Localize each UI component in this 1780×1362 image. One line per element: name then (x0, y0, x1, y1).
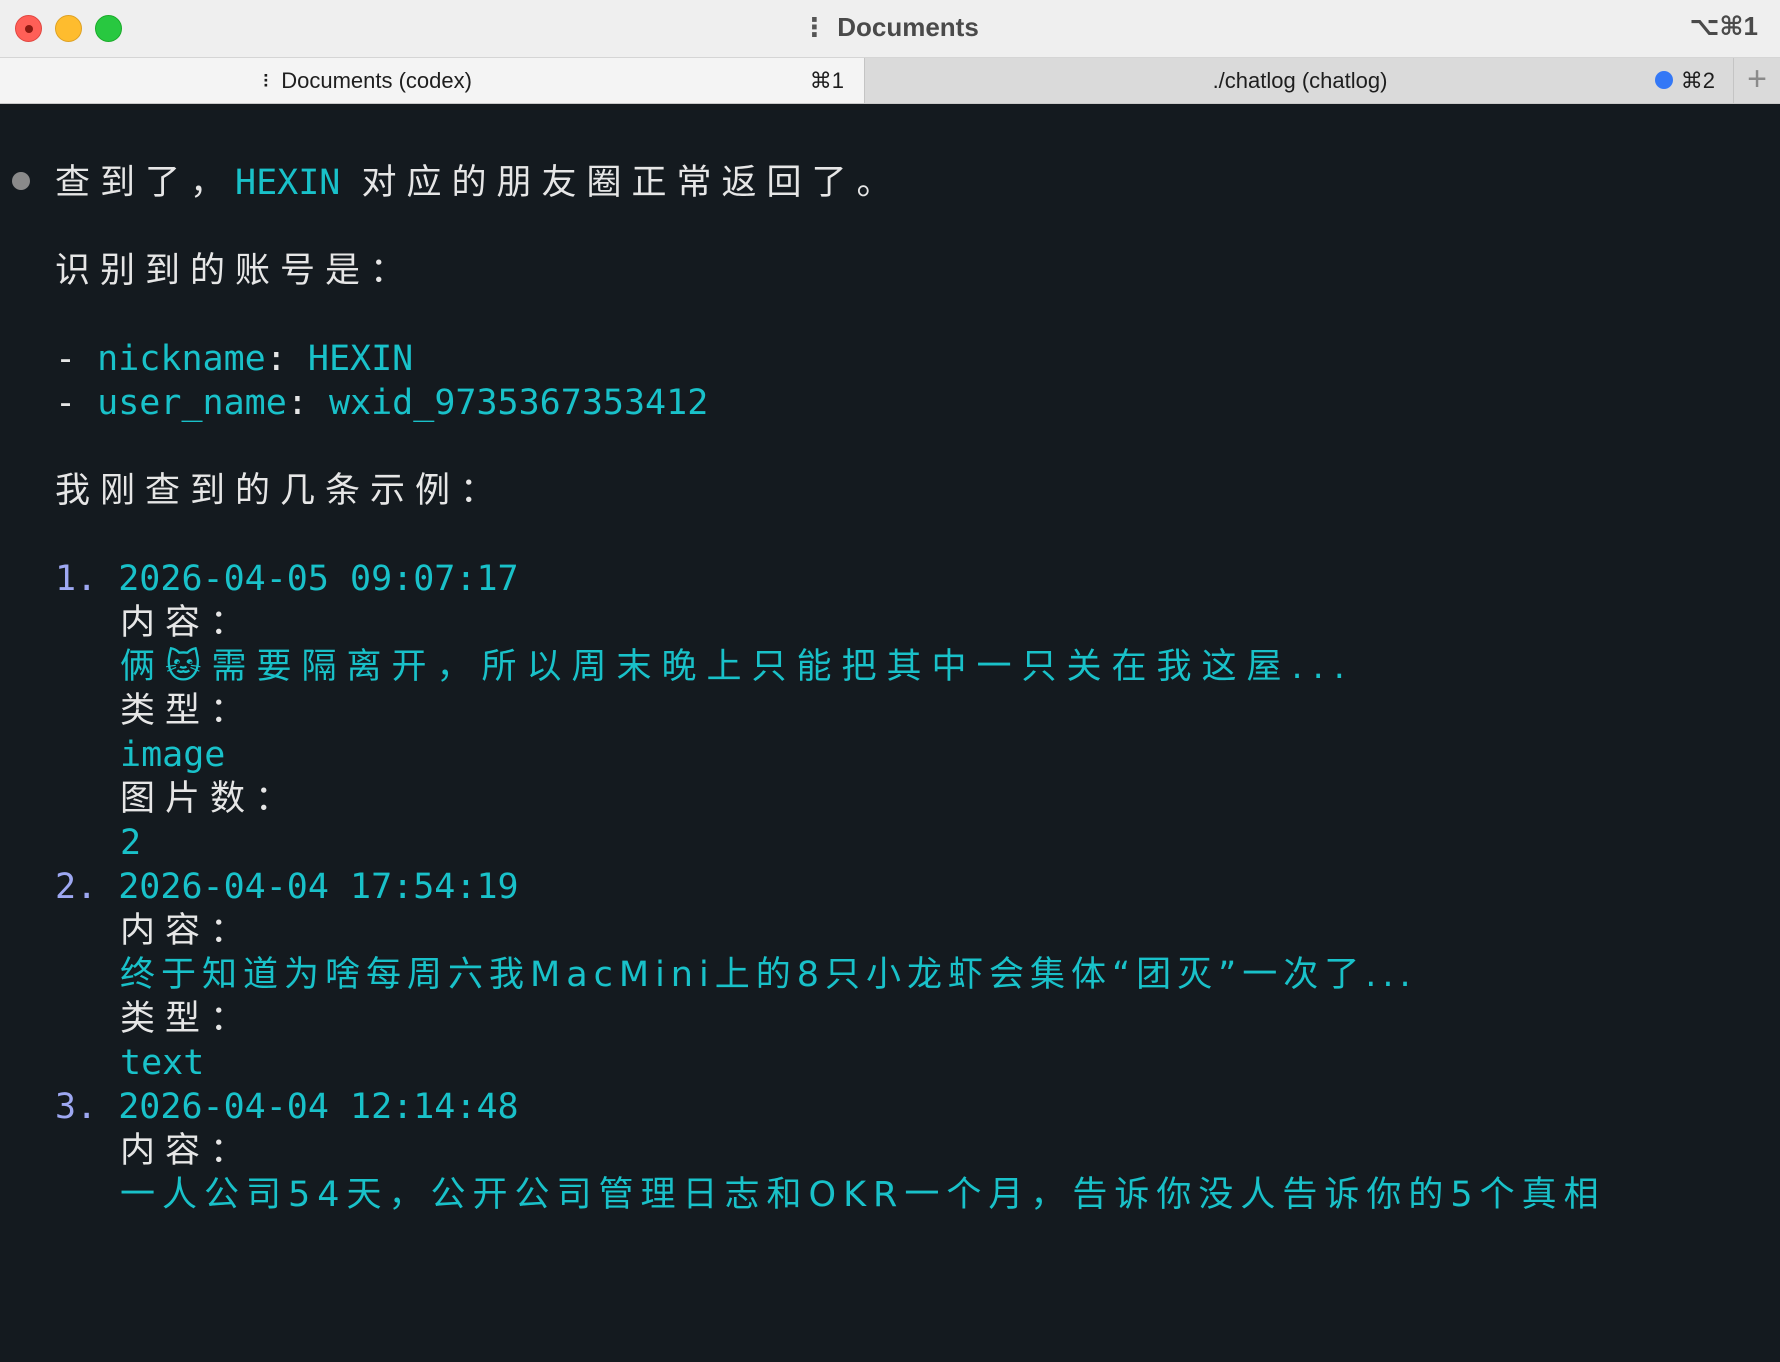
example-time: 2026-04-04 12:14:48 (118, 1087, 519, 1127)
content-label: 内容： (120, 911, 256, 951)
account-nickname: - nickname: HEXIN (55, 339, 414, 379)
tab-grip-icon: ⠇ (262, 72, 276, 92)
tab-label: ./chatlog (chatlog) (1212, 68, 1388, 93)
tab-shortcut: ⌘1 (809, 68, 844, 93)
example-time: 2026-04-04 17:54:19 (118, 867, 519, 907)
window-shortcut: ⌥⌘1 (1689, 11, 1758, 41)
content-label: 内容： (120, 603, 256, 643)
tab-chatlog[interactable]: ./chatlog (chatlog) ⌘2 (864, 58, 1735, 103)
tab-label: Documents (codex) (281, 68, 472, 93)
example-2-type: text (120, 1043, 205, 1083)
window-title: ⋮ Documents (801, 12, 979, 42)
tab-bar: ⠇ Documents (codex) ⌘1 ./chatlog (chatlog… (0, 58, 1780, 104)
type-label: 类型： (120, 999, 256, 1039)
example-1-content: 俩🐱需要隔离开，所以周末晚上只能把其中一只关在我这屋... (120, 647, 1355, 687)
new-tab-button[interactable]: + (1733, 58, 1780, 103)
tab-shortcut: ⌘2 (1680, 68, 1715, 93)
title-bar: ⋮ Documents ⌥⌘1 (0, 0, 1780, 58)
example-2-header: 2. 2026-04-04 17:54:19 (55, 862, 519, 912)
example-3-content: 一人公司54天，公开公司管理日志和OKR一个月，告诉你没人告诉你的5个真相 (120, 1175, 1606, 1215)
activity-indicator-icon (1655, 71, 1673, 89)
account-heading: 识别到的账号是： (55, 251, 416, 291)
example-1-header: 1. 2026-04-05 09:07:17 (55, 554, 519, 604)
content-label: 内容： (120, 1131, 256, 1171)
account-username: - user_name: wxid_9735367353412 (55, 383, 709, 423)
example-2-content: 终于知道为啥每周六我MacMini上的8只小龙虾会集体“团灭”一次了... (120, 955, 1417, 995)
example-time: 2026-04-05 09:07:17 (118, 559, 519, 599)
example-3-header: 3. 2026-04-04 12:14:48 (55, 1082, 519, 1132)
type-label: 类型： (120, 691, 256, 731)
example-1-type: image (120, 735, 226, 775)
message-bullet-icon (12, 172, 30, 190)
image-count-label: 图片数： (120, 779, 301, 819)
tab-documents-codex[interactable]: ⠇ Documents (codex) ⌘1 (0, 58, 864, 103)
terminal-window: ⋮ Documents ⌥⌘1 ⠇ Documents (codex) ⌘1 ./c… (0, 0, 1780, 1362)
list-number: 2. (55, 867, 98, 907)
drag-handle-icon: ⋮ (801, 12, 828, 42)
examples-heading: 我刚查到的几条示例： (55, 471, 506, 511)
list-number: 1. (55, 559, 98, 599)
terminal-output[interactable]: 查到了，HEXIN 对应的朋友圈正常返回了。 识别到的账号是： - nickna… (0, 104, 1780, 1362)
example-1-image-count: 2 (120, 823, 142, 863)
list-number: 3. (55, 1087, 98, 1127)
intro-line: 查到了，HEXIN 对应的朋友圈正常返回了。 (55, 163, 902, 203)
